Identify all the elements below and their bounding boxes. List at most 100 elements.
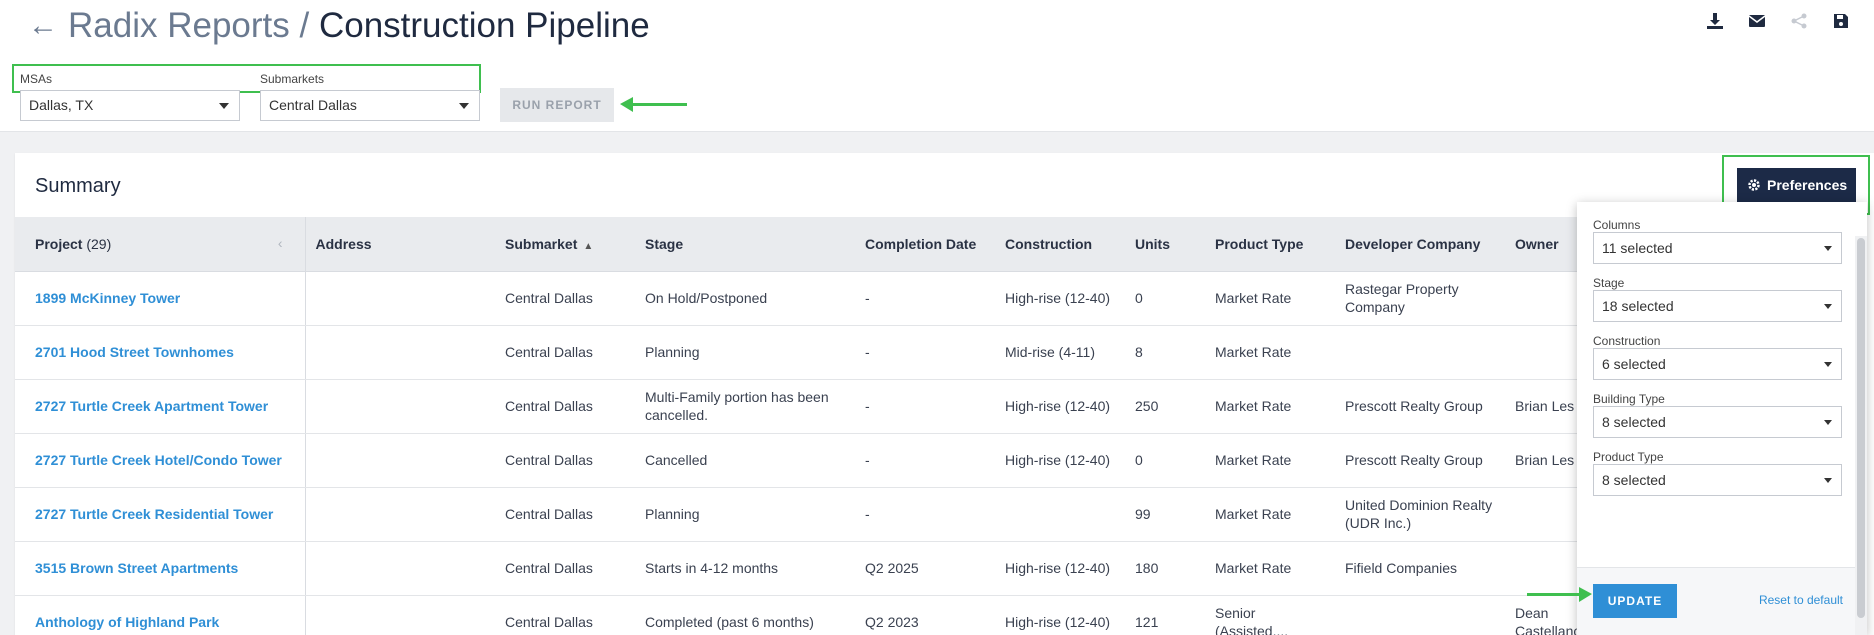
cell-developer: Prescott Realty Group [1335,433,1505,488]
preferences-button[interactable]: Preferences [1737,168,1856,202]
table-row[interactable]: 2701 Hood Street Townhomes Central Dallas… [15,325,1605,380]
cell-units: 0 [1125,271,1205,326]
cell-project: Anthology of Highland Park [15,595,306,635]
chevron-left-icon[interactable]: ‹ [278,235,283,251]
table-header-row: Project (29) ‹ Address Submarket ▲ Stage C… [15,217,1605,272]
msa-select[interactable]: Dallas, TX [20,90,240,121]
pref-select[interactable]: 6 selected [1593,348,1842,380]
pref-label: Product Type [1593,450,1664,464]
pref-select-value: 11 selected [1602,240,1673,256]
project-link[interactable]: 1899 McKinney Tower [35,290,180,306]
cell-stage: Planning [635,325,855,380]
pref-select-value: 6 selected [1602,356,1666,372]
column-completion-date[interactable]: Completion Date [855,217,995,272]
column-project[interactable]: Project (29) ‹ [15,217,306,272]
panel-scrollbar[interactable] [1855,236,1867,635]
cell-developer [1335,325,1505,380]
cell-stage: Cancelled [635,433,855,488]
chevron-down-icon [1824,420,1832,425]
share-icon[interactable] [1786,8,1812,34]
project-link[interactable]: 2727 Turtle Creek Apartment Tower [35,398,268,414]
cell-developer: United Dominion Realty (UDR Inc.) [1335,487,1505,542]
annotation-arrow-run [620,97,687,112]
column-units[interactable]: Units [1125,217,1205,272]
pref-select[interactable]: 8 selected [1593,406,1842,438]
cell-product: Market Rate [1205,271,1335,326]
cell-address [305,433,495,488]
submarket-select[interactable]: Central Dallas [260,90,480,121]
column-submarket[interactable]: Submarket ▲ [495,217,635,272]
project-link[interactable]: 2727 Turtle Creek Residential Tower [35,506,273,522]
pref-select-value: 8 selected [1602,472,1666,488]
cell-stage: Completed (past 6 months) [635,595,855,635]
project-link[interactable]: 2701 Hood Street Townhomes [35,344,234,360]
breadcrumb-radix-reports[interactable]: Radix Reports [68,6,290,45]
cell-address [305,379,495,434]
cell-submarket: Central Dallas [495,325,635,380]
cell-address [305,541,495,596]
table-row[interactable]: 3515 Brown Street Apartments Central Dall… [15,541,1605,596]
cell-project: 1899 McKinney Tower [15,271,306,326]
cell-construction [995,487,1125,542]
pref-label: Construction [1593,334,1661,348]
submarket-label: Submarkets [260,72,325,86]
pref-label: Stage [1593,276,1625,290]
gear-icon [1748,179,1760,191]
submarket-select-value: Central Dallas [269,97,357,113]
cell-product: Senior (Assisted,... [1205,595,1335,635]
project-link[interactable]: 3515 Brown Street Apartments [35,560,238,576]
back-arrow-icon[interactable]: ← [28,6,58,46]
pref-select[interactable]: 18 selected [1593,290,1842,322]
column-stage[interactable]: Stage [635,217,855,272]
cell-project: 2727 Turtle Creek Apartment Tower [15,379,306,434]
cell-units: 0 [1125,433,1205,488]
column-address[interactable]: Address [305,217,495,272]
panel-scrollbar-thumb[interactable] [1857,238,1865,618]
chevron-down-icon [1824,304,1832,309]
table-row[interactable]: 1899 McKinney Tower Central Dallas On Hold… [15,271,1605,326]
cell-product: Market Rate [1205,487,1335,542]
email-icon[interactable] [1744,8,1770,34]
project-link[interactable]: 2727 Turtle Creek Hotel/Condo Tower [35,452,282,468]
chevron-down-icon [1824,362,1832,367]
cell-completion: - [855,487,995,542]
breadcrumb-separator: / [289,6,319,45]
cell-submarket: Central Dallas [495,379,635,434]
table-row[interactable]: 2727 Turtle Creek Hotel/Condo Tower Centr… [15,433,1605,488]
pref-label: Building Type [1593,392,1665,406]
cell-construction: High-rise (12-40) [995,379,1125,434]
cell-completion: - [855,379,995,434]
cell-construction: High-rise (12-40) [995,271,1125,326]
cell-completion: - [855,325,995,380]
table-row[interactable]: 2727 Turtle Creek Apartment Tower Central… [15,379,1605,434]
sort-asc-icon[interactable]: ▲ [583,241,593,252]
column-construction[interactable]: Construction [995,217,1125,272]
summary-title: Summary [35,175,121,197]
cell-developer: Fifield Companies [1335,541,1505,596]
column-developer-company[interactable]: Developer Company [1335,217,1505,272]
cell-construction: High-rise (12-40) [995,433,1125,488]
toolbar-icons [1702,8,1854,34]
cell-product: Market Rate [1205,379,1335,434]
msa-label: MSAs [20,72,53,86]
save-icon[interactable] [1828,8,1854,34]
title-construction-pipeline: Construction Pipeline [318,6,650,45]
pref-select[interactable]: 8 selected [1593,464,1842,496]
column-product-type[interactable]: Product Type [1205,217,1335,272]
reset-to-default-link[interactable]: Reset to default [1759,593,1843,607]
pref-select[interactable]: 11 selected [1593,232,1842,264]
cell-address [305,325,495,380]
download-icon[interactable] [1702,8,1728,34]
table-row[interactable]: 2727 Turtle Creek Residential Tower Centr… [15,487,1605,542]
pipeline-table: Project (29) ‹ Address Submarket ▲ Stage C… [15,217,1605,635]
cell-product: Market Rate [1205,541,1335,596]
run-report-button[interactable]: RUN REPORT [500,88,614,122]
table-row[interactable]: Anthology of Highland Park Central Dallas… [15,595,1605,635]
project-link[interactable]: Anthology of Highland Park [35,614,219,630]
annotation-arrow-update [1527,587,1592,602]
chevron-down-icon [1824,246,1832,251]
update-button[interactable]: UPDATE [1593,584,1677,618]
page-title: Radix Reports / Construction Pipeline [68,4,650,48]
filters-highlight-box [12,64,481,93]
cell-completion: - [855,433,995,488]
